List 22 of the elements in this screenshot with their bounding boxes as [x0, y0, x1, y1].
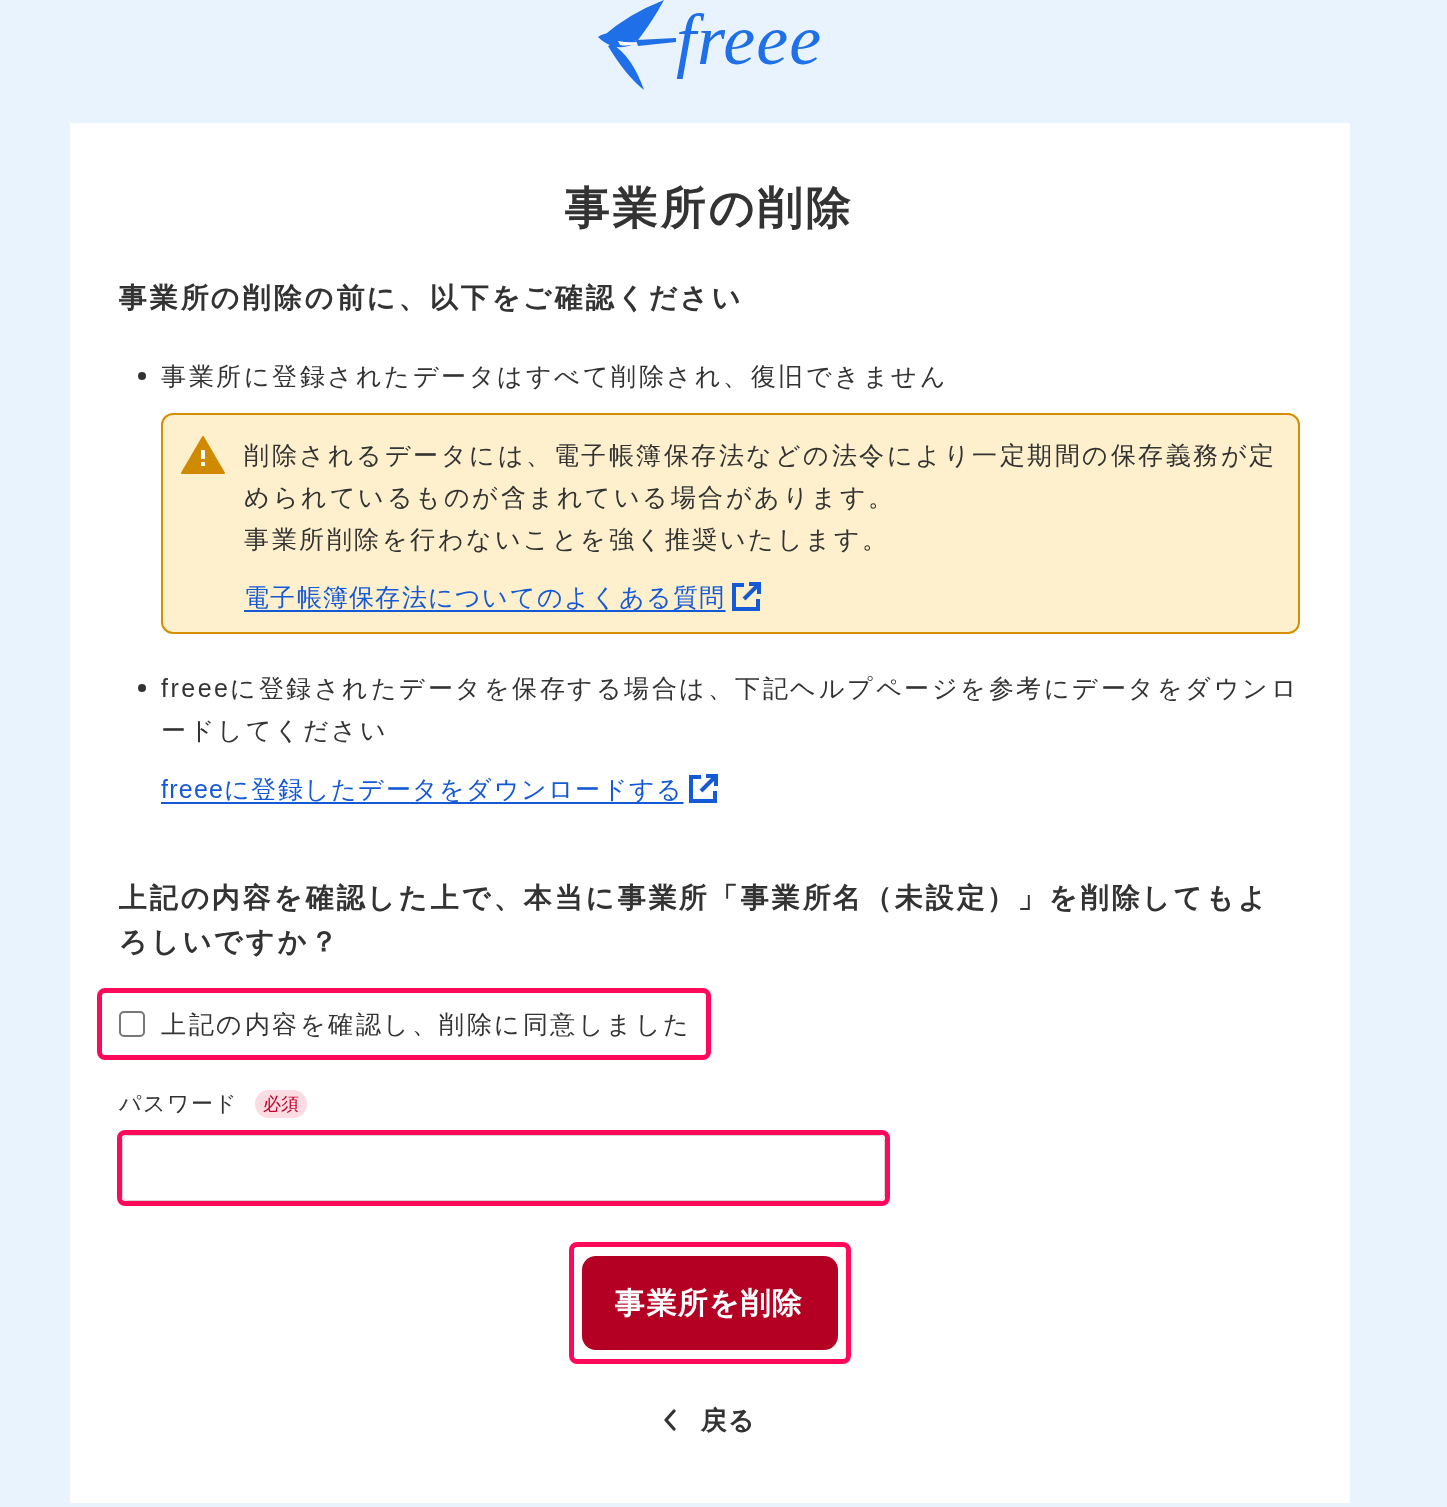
- delete-button[interactable]: 事業所を削除: [581, 1256, 838, 1350]
- section-heading: 事業所の削除の前に、以下をご確認ください: [119, 281, 745, 315]
- download-link[interactable]: freeeに登録したデータをダウンロードする: [161, 768, 720, 810]
- warning-text: 削除されるデータには、電子帳簿保存法などの法令により一定期間の保存義務が定められているものが含まれている場合があります。: [244, 440, 1278, 513]
- warning-text: 事業所削除を行わないことを強く推奨いたします。: [244, 524, 891, 555]
- notice-text: 事業所に登録されたデータはすべて削除され、復旧できません: [161, 361, 949, 392]
- notice-text: freeeに登録されたデータを保存する場合は、下記ヘルプページを参考にデータをダウンロードしてください: [161, 673, 1300, 746]
- required-badge: 必須: [254, 1090, 307, 1118]
- warning-icon: [181, 436, 225, 474]
- chevron-left-icon: [662, 1409, 677, 1431]
- faq-link[interactable]: 電子帳簿保存法についてのよくある質問: [244, 576, 762, 618]
- bird-logo-icon: [597, 0, 676, 90]
- bullet-icon: [138, 372, 146, 380]
- confirm-question: 上記の内容を確認した上で、本当に事業所「事業所名（未設定）」を削除してもよろしいですか？: [119, 881, 1271, 959]
- bullet-icon: [138, 684, 146, 692]
- field-label: パスワード: [119, 1090, 239, 1118]
- external-link-icon: [729, 581, 762, 613]
- checkbox[interactable]: [119, 1011, 145, 1037]
- external-link-icon: [687, 773, 720, 805]
- page-title: 事業所の削除: [564, 181, 855, 235]
- back-link[interactable]: 戻る: [662, 1402, 757, 1438]
- checkbox-label[interactable]: 上記の内容を確認し、削除に同意しました: [161, 1003, 692, 1045]
